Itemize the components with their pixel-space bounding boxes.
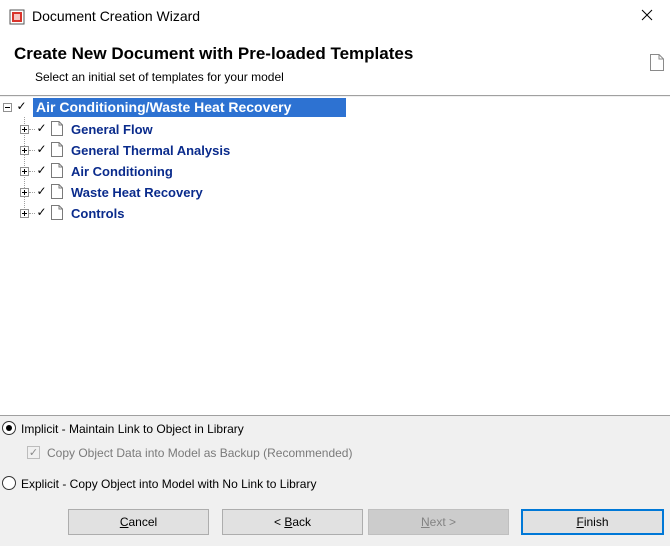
finish-button[interactable]: Finish bbox=[521, 509, 664, 535]
tree-item[interactable]: ✓ Air Conditioning bbox=[0, 161, 670, 181]
file-icon bbox=[51, 205, 63, 220]
check-icon[interactable]: ✓ bbox=[35, 122, 48, 135]
document-icon bbox=[650, 54, 664, 71]
template-tree[interactable]: ✓ Air Conditioning/Waste Heat Recovery ✓… bbox=[0, 97, 670, 415]
file-icon bbox=[51, 163, 63, 178]
tree-item[interactable]: ✓ Waste Heat Recovery bbox=[0, 182, 670, 202]
page-subtitle: Select an initial set of templates for y… bbox=[35, 70, 284, 84]
tree-item-label: Air Conditioning bbox=[71, 164, 173, 179]
check-icon[interactable]: ✓ bbox=[35, 206, 48, 219]
options-divider bbox=[0, 415, 670, 416]
copy-backup-label: Copy Object Data into Model as Backup (R… bbox=[47, 446, 353, 460]
tree-item-label: Controls bbox=[71, 206, 125, 221]
copy-backup-checkbox[interactable]: ✓ bbox=[27, 446, 40, 459]
tree-item[interactable]: ✓ General Thermal Analysis bbox=[0, 140, 670, 160]
page-title: Create New Document with Pre-loaded Temp… bbox=[14, 44, 414, 63]
file-icon bbox=[51, 184, 63, 199]
window-title: Document Creation Wizard bbox=[32, 8, 201, 24]
expand-toggle[interactable] bbox=[20, 146, 29, 155]
tree-item[interactable]: ✓ General Flow bbox=[0, 119, 670, 139]
file-icon bbox=[51, 142, 63, 157]
check-icon[interactable]: ✓ bbox=[35, 164, 48, 177]
implicit-label[interactable]: Implicit - Maintain Link to Object in Li… bbox=[21, 422, 244, 436]
expand-toggle[interactable] bbox=[20, 125, 29, 134]
check-icon[interactable]: ✓ bbox=[35, 185, 48, 198]
expand-toggle[interactable] bbox=[20, 209, 29, 218]
tree-root[interactable]: ✓ Air Conditioning/Waste Heat Recovery bbox=[0, 97, 670, 117]
explicit-radio[interactable] bbox=[2, 476, 16, 490]
check-icon[interactable]: ✓ bbox=[15, 100, 28, 113]
wizard-header: Create New Document with Pre-loaded Temp… bbox=[0, 34, 670, 94]
check-icon[interactable]: ✓ bbox=[35, 143, 48, 156]
close-button[interactable] bbox=[624, 0, 670, 34]
file-icon bbox=[51, 121, 63, 136]
title-bar: Document Creation Wizard bbox=[0, 0, 670, 34]
expand-toggle[interactable] bbox=[20, 188, 29, 197]
tree-item-label: General Thermal Analysis bbox=[71, 143, 231, 158]
tree-item-label: Waste Heat Recovery bbox=[71, 185, 203, 200]
cancel-button[interactable]: Cancel bbox=[68, 509, 209, 535]
back-button[interactable]: < Back bbox=[222, 509, 363, 535]
app-icon bbox=[9, 9, 25, 25]
close-icon bbox=[641, 8, 653, 26]
tree-root-label: Air Conditioning/Waste Heat Recovery bbox=[33, 98, 346, 117]
tree-item-label: General Flow bbox=[71, 122, 153, 137]
next-button[interactable]: Next > bbox=[368, 509, 509, 535]
collapse-toggle[interactable] bbox=[3, 103, 12, 112]
implicit-radio[interactable] bbox=[2, 421, 16, 435]
expand-toggle[interactable] bbox=[20, 167, 29, 176]
tree-item[interactable]: ✓ Controls bbox=[0, 203, 670, 223]
explicit-label[interactable]: Explicit - Copy Object into Model with N… bbox=[21, 477, 316, 491]
